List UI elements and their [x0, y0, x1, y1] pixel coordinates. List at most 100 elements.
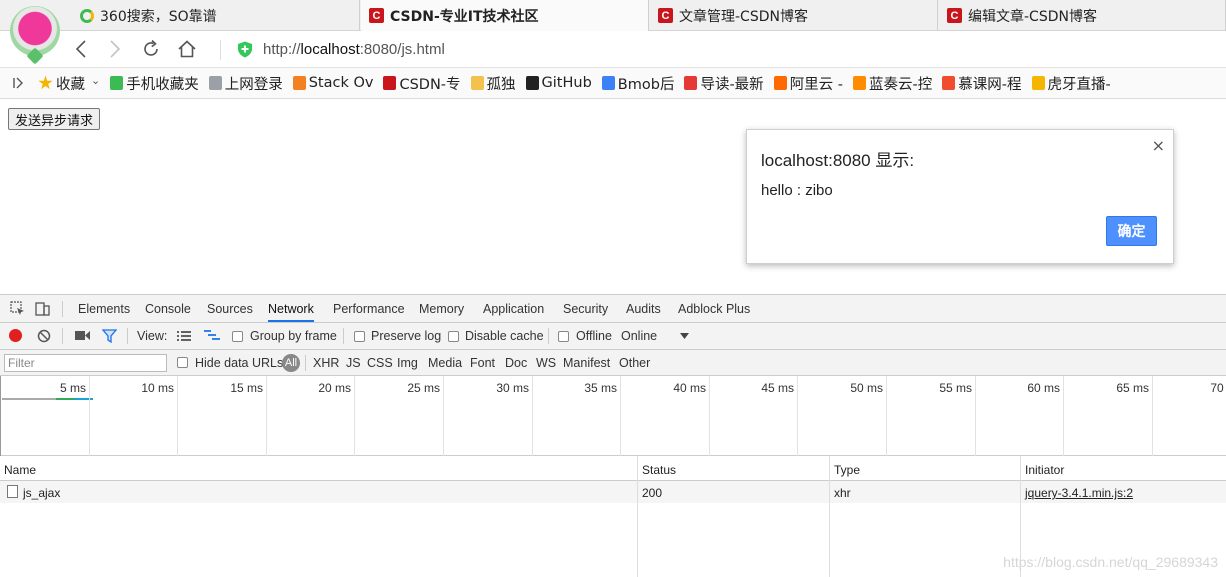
large-rows-icon[interactable]: [177, 331, 191, 341]
request-type: xhr: [834, 486, 851, 500]
column-header-initiator[interactable]: Initiator: [1025, 463, 1064, 477]
filter-input[interactable]: [4, 354, 167, 372]
home-button[interactable]: [176, 38, 198, 60]
toolbar-divider: [220, 40, 221, 60]
watermark: https://blog.csdn.net/qq_29689343: [1003, 554, 1218, 570]
table-row[interactable]: js_ajax 200 xhr jquery-3.4.1.min.js:2: [0, 481, 1226, 503]
column-divider: [637, 456, 638, 577]
filter-funnel-icon[interactable]: [102, 329, 117, 343]
browser-tab-edit-article[interactable]: C 编辑文章-CSDN博客: [939, 0, 1226, 31]
filter-type-media[interactable]: Media: [428, 356, 462, 370]
filter-type-other[interactable]: Other: [619, 356, 650, 370]
network-timeline-overview[interactable]: 5 ms 10 ms 15 ms 20 ms 25 ms 30 ms 35 ms 40 ms 4…: [0, 376, 1226, 456]
filter-type-manifest[interactable]: Manifest: [563, 356, 610, 370]
bookmark-favicon-icon: [525, 76, 539, 90]
filter-type-img[interactable]: Img: [397, 356, 418, 370]
column-header-status[interactable]: Status: [642, 463, 676, 477]
back-button[interactable]: [70, 38, 92, 60]
alert-dialog: localhost:8080 显示: hello : zibo × 确定: [746, 129, 1174, 264]
alert-ok-button[interactable]: 确定: [1106, 216, 1157, 246]
filter-all-button[interactable]: All: [282, 354, 300, 372]
bookmark-item[interactable]: 孤独: [470, 73, 516, 94]
inspect-element-icon[interactable]: [10, 301, 25, 316]
browser-tab-csdn[interactable]: C CSDN-专业IT技术社区: [361, 0, 649, 31]
tab-elements[interactable]: Elements: [78, 302, 130, 316]
filter-type-js[interactable]: JS: [346, 356, 361, 370]
chevron-down-icon[interactable]: [680, 333, 689, 339]
tab-audits[interactable]: Audits: [626, 302, 661, 316]
filter-type-ws[interactable]: WS: [536, 356, 556, 370]
browser-tab-article-manage[interactable]: C 文章管理-CSDN博客: [650, 0, 938, 31]
bookmark-favicon-icon: [383, 76, 397, 90]
send-async-request-button[interactable]: 发送异步请求: [8, 108, 101, 130]
timeline-gridline: [0, 376, 1, 456]
back-arrow-icon: [75, 40, 86, 58]
throttling-select[interactable]: Online: [621, 329, 657, 343]
filter-type-doc[interactable]: Doc: [505, 356, 527, 370]
timeline-tick-label: 20 ms: [318, 381, 351, 395]
csdn-icon: C: [369, 8, 384, 23]
hide-data-urls-checkbox[interactable]: [177, 357, 188, 368]
sidebar-toggle-button[interactable]: [13, 77, 24, 89]
clear-icon[interactable]: [37, 329, 51, 343]
request-name[interactable]: js_ajax: [23, 486, 60, 500]
tab-application[interactable]: Application: [483, 302, 544, 316]
group-by-frame-label: Group by frame: [250, 329, 337, 343]
bookmark-label: Stack Ov: [308, 75, 374, 91]
table-header: Name Status Type Initiator: [0, 456, 1226, 481]
tab-security[interactable]: Security: [563, 302, 608, 316]
chevron-down-icon[interactable]: ⌄: [91, 74, 100, 87]
tab-adblock-plus[interactable]: Adblock Plus: [678, 302, 750, 316]
tab-sources[interactable]: Sources: [207, 302, 253, 316]
tab-performance[interactable]: Performance: [333, 302, 405, 316]
bookmark-item[interactable]: 虎牙直播-: [1031, 73, 1111, 94]
url-field[interactable]: http://localhost:8080/js.html: [263, 41, 445, 58]
filter-type-xhr[interactable]: XHR: [313, 356, 339, 370]
address-bar: http://localhost:8080/js.html: [0, 31, 1226, 68]
filter-type-css[interactable]: CSS: [367, 356, 393, 370]
bookmark-item[interactable]: 蓝奏云-控: [853, 73, 932, 94]
reload-button[interactable]: [140, 38, 162, 60]
timeline-tick-label: 10 ms: [141, 381, 174, 395]
browser-logo-icon[interactable]: [10, 6, 60, 56]
bookmark-label: 虎牙直播-: [1047, 76, 1111, 93]
tab-memory[interactable]: Memory: [419, 302, 464, 316]
record-icon[interactable]: [9, 329, 22, 342]
device-toolbar-icon[interactable]: [35, 301, 50, 316]
disable-cache-checkbox[interactable]: [448, 331, 459, 342]
column-header-type[interactable]: Type: [834, 463, 860, 477]
forward-button[interactable]: [104, 38, 126, 60]
disable-cache-label: Disable cache: [465, 329, 544, 343]
preserve-log-checkbox[interactable]: [354, 331, 365, 342]
bookmark-item[interactable]: Stack Ov: [292, 75, 374, 91]
bookmark-item[interactable]: 慕课网-程: [942, 73, 1022, 94]
bookmark-item[interactable]: 阿里云 -: [773, 73, 843, 94]
toolbar-divider: [305, 355, 306, 371]
column-header-name[interactable]: Name: [4, 463, 36, 477]
waterfall-overview-icon[interactable]: [204, 330, 220, 342]
browser-tab-360[interactable]: 360搜索，SO靠谱: [72, 0, 360, 31]
filter-type-font[interactable]: Font: [470, 356, 495, 370]
timeline-gridline: [1063, 376, 1064, 456]
request-initiator-link[interactable]: jquery-3.4.1.min.js:2: [1025, 486, 1133, 500]
screenshot-camera-icon[interactable]: [75, 330, 90, 341]
bookmark-item[interactable]: GitHub: [525, 75, 592, 91]
timeline-gridline: [1152, 376, 1153, 456]
tab-label: CSDN-专业IT技术社区: [390, 8, 539, 25]
offline-checkbox[interactable]: [558, 331, 569, 342]
tab-label: 编辑文章-CSDN博客: [968, 8, 1097, 25]
group-by-frame-checkbox[interactable]: [232, 331, 243, 342]
close-icon[interactable]: ×: [1152, 136, 1165, 155]
bookmark-item[interactable]: 上网登录: [208, 73, 283, 94]
tab-console[interactable]: Console: [145, 302, 191, 316]
secure-shield-icon[interactable]: [237, 41, 253, 58]
devtools-tab-bar: Elements Console Sources Network Performance…: [0, 295, 1226, 323]
bookmark-item[interactable]: Bmob后: [601, 73, 674, 94]
bookmark-item[interactable]: 手机收藏夹: [110, 73, 199, 94]
tab-network[interactable]: Network: [268, 302, 314, 322]
toolbar-divider: [548, 328, 549, 344]
bookmark-item[interactable]: CSDN-专: [383, 73, 461, 94]
bookmark-label: 孤独: [486, 76, 516, 93]
bookmark-item[interactable]: 导读-最新: [684, 73, 764, 94]
bookmark-item[interactable]: 收藏 ⌄: [38, 73, 100, 94]
